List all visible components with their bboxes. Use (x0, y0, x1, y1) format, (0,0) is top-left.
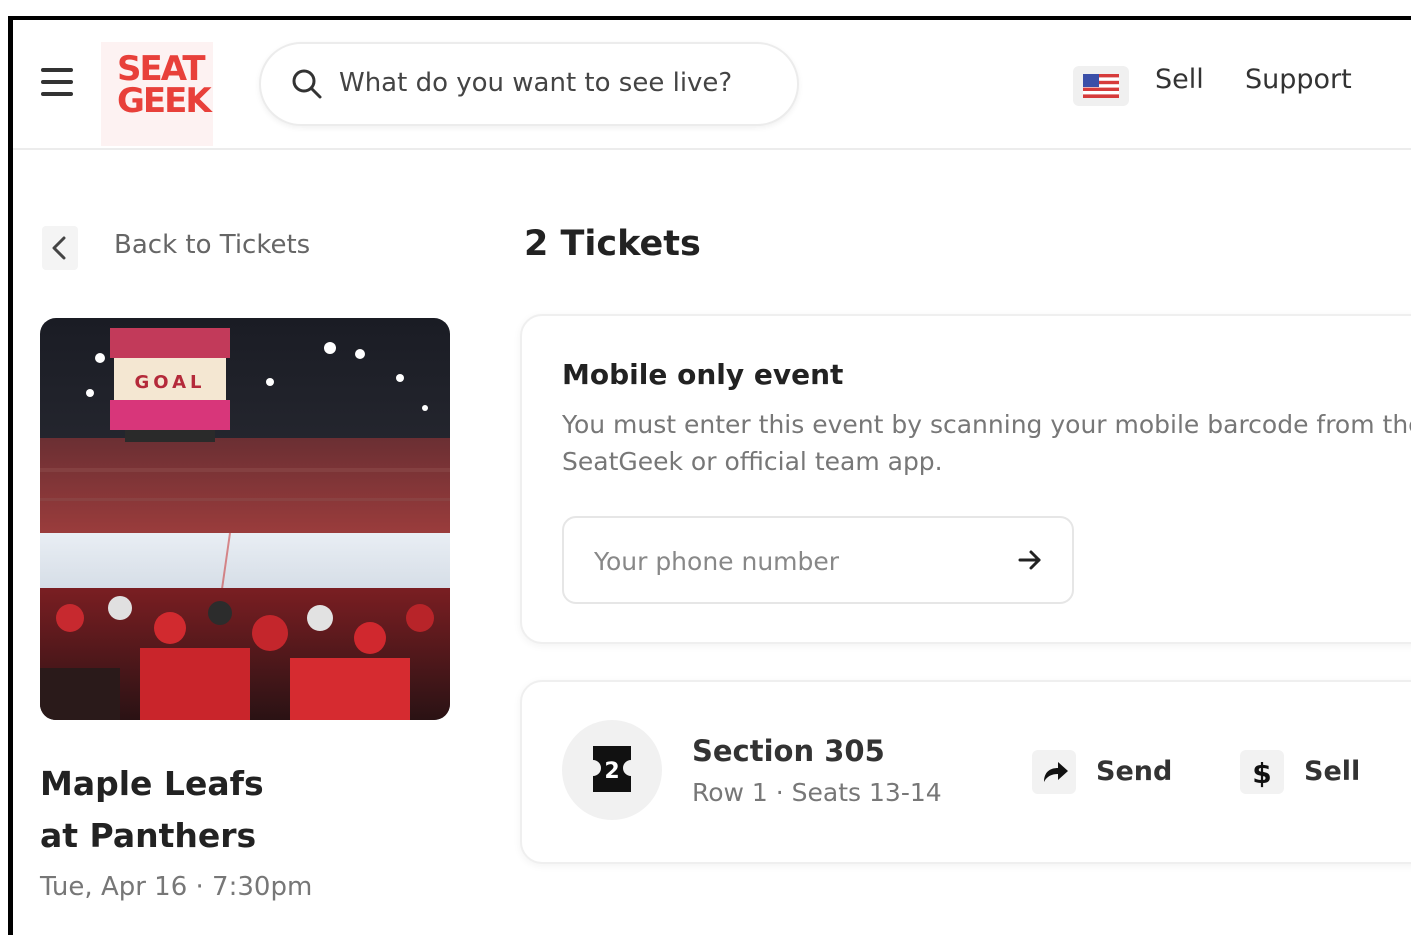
share-arrow-icon (1032, 750, 1076, 794)
event-title-line-2: at Panthers (40, 816, 257, 855)
dollar-icon: $ (1240, 750, 1284, 794)
sell-label: Sell (1304, 756, 1361, 787)
mobile-only-card: Mobile only event You must enter this ev… (520, 314, 1411, 644)
arrow-right-icon[interactable] (1014, 544, 1046, 576)
ticket-card[interactable]: 2 Section 305 Row 1 · Seats 13-14 Send $… (520, 680, 1411, 864)
phone-number-field[interactable] (562, 516, 1074, 604)
top-header: SEAT GEEK Sell Support (13, 20, 1411, 150)
menu-icon[interactable] (41, 68, 73, 96)
search-icon (292, 69, 322, 99)
sell-button[interactable]: $ Sell (1240, 748, 1380, 798)
event-title: Maple Leafs at Panthers (40, 758, 460, 862)
tickets-heading: 2 Tickets (524, 224, 701, 264)
back-to-tickets-link[interactable]: Back to Tickets (42, 226, 342, 270)
jumbotron-text: GOAL (135, 372, 206, 393)
logo-line-2: GEEK (117, 81, 212, 121)
mobile-only-title: Mobile only event (562, 358, 844, 391)
nav-support-link[interactable]: Support (1245, 64, 1352, 95)
nav-sell-link[interactable]: Sell (1155, 64, 1204, 95)
ticket-icon: 2 (562, 720, 662, 820)
seat-details: Row 1 · Seats 13-14 (692, 778, 942, 807)
send-label: Send (1096, 756, 1173, 787)
search-bar[interactable] (259, 42, 799, 126)
chevron-left-icon (42, 226, 78, 270)
mobile-only-description: You must enter this event by scanning yo… (562, 410, 1411, 476)
send-button[interactable]: Send (1032, 748, 1182, 798)
back-label: Back to Tickets (114, 230, 311, 260)
section-title: Section 305 (692, 734, 885, 768)
window-border-left (8, 16, 13, 935)
event-image: GOAL (40, 318, 450, 720)
app-window: SEAT GEEK Sell Support (0, 0, 1411, 935)
search-input[interactable] (337, 62, 781, 104)
event-date: Tue, Apr 16 · 7:30pm (40, 872, 313, 902)
svg-text:$: $ (1252, 757, 1271, 790)
us-flag-icon[interactable] (1073, 66, 1129, 106)
phone-number-input[interactable] (592, 540, 996, 582)
seatgeek-logo[interactable]: SEAT GEEK (101, 42, 213, 146)
event-title-line-1: Maple Leafs (40, 764, 264, 803)
ticket-count: 2 (604, 759, 619, 784)
